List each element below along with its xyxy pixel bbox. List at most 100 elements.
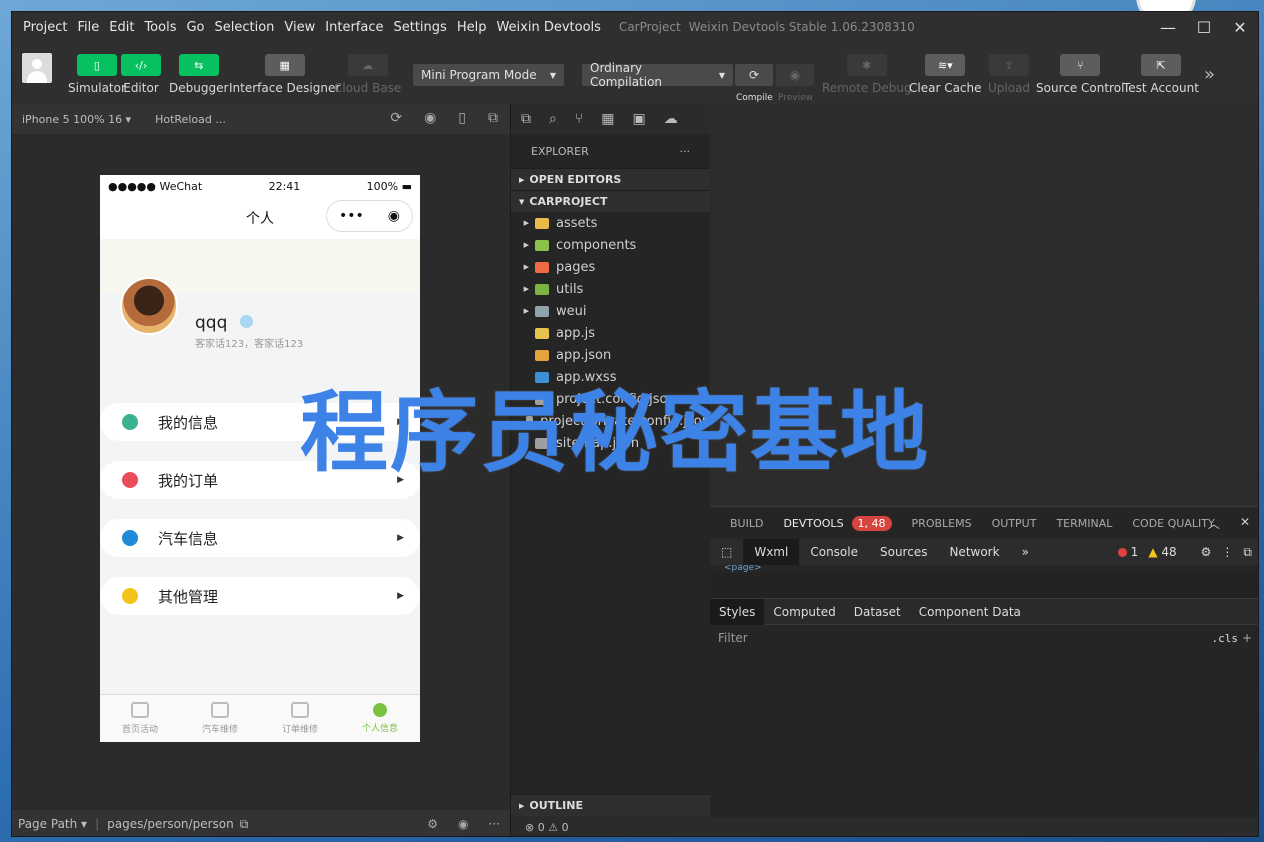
remote-debug-button[interactable]: ✱ Remote Debug (822, 54, 912, 95)
menu-item[interactable]: Go (186, 20, 204, 35)
close-icon[interactable]: ✕ (1240, 515, 1250, 532)
files-icon[interactable]: ⧉ (521, 111, 531, 127)
avatar[interactable] (120, 277, 178, 335)
source-control-button[interactable]: ⑂ Source Control (1036, 54, 1124, 95)
phone-icon[interactable]: ▯ (458, 110, 466, 126)
warning-count[interactable]: ▲ 48 (1148, 545, 1176, 560)
caret-right-icon: ▶ (523, 219, 529, 227)
devtools-subtab[interactable]: Console (799, 539, 869, 565)
test-account-button[interactable]: ⇱ Test Account (1123, 54, 1199, 95)
cls-toggle[interactable]: .cls (1212, 632, 1239, 645)
user-avatar[interactable] (22, 53, 52, 83)
eye-icon[interactable]: ◉ (458, 817, 468, 831)
devtools-subtab[interactable]: Sources (869, 539, 938, 565)
chevron-up-icon[interactable]: ︿ (1208, 515, 1220, 532)
git-icon[interactable]: ⑂ (575, 111, 583, 127)
record-icon[interactable]: ◉ (424, 110, 436, 126)
rotate-icon[interactable]: ⟳ (390, 110, 402, 126)
more-chevron-icon[interactable]: » (1011, 539, 1040, 565)
folder-item[interactable]: ▶ components (511, 234, 710, 256)
menu-row[interactable]: 汽车信息 ▶ (100, 519, 420, 557)
tree-label: app.json (556, 347, 612, 363)
menu-item[interactable]: Weixin Devtools (496, 20, 600, 35)
debugger-button[interactable]: ⇆ Debugger (169, 54, 228, 95)
inspect-icon[interactable]: ⬚ (710, 539, 743, 565)
menu-item[interactable]: View (284, 20, 315, 35)
panel-tab[interactable]: BUILD (730, 517, 763, 530)
tab-item[interactable]: 汽车维修 (180, 695, 260, 742)
save-icon[interactable]: ▣ (632, 111, 645, 127)
folder-item[interactable]: ▶ utils (511, 278, 710, 300)
menu-item[interactable]: Interface (325, 20, 383, 35)
editor-button[interactable]: ‹/› Editor (121, 54, 161, 95)
username: qqq (195, 313, 228, 333)
menu-row[interactable]: 其他管理 ▶ (100, 577, 420, 615)
open-editors-section[interactable]: ▶ OPEN EDITORS (511, 168, 710, 190)
file-icon (535, 327, 549, 339)
kebab-icon[interactable]: ⋮ (1221, 545, 1233, 560)
close-icon[interactable]: ✕ (1222, 12, 1258, 42)
more-icon[interactable]: ··· (489, 817, 500, 831)
style-tab[interactable]: Dataset (845, 599, 910, 625)
tab-item[interactable]: 首页活动 (100, 695, 180, 742)
maximize-icon[interactable]: ☐ (1186, 12, 1222, 42)
extensions-icon[interactable]: ▦ (601, 111, 614, 127)
copy-icon[interactable]: ⧉ (240, 817, 249, 832)
minimize-icon[interactable]: — (1150, 12, 1186, 42)
error-count[interactable]: 1 (1117, 545, 1138, 560)
menu-bar: Project File Edit Tools Go Selection View Inter… (12, 12, 1258, 42)
dock-icon[interactable]: ⧉ (1243, 545, 1252, 560)
menu-item[interactable]: Selection (215, 20, 275, 35)
preview-button[interactable]: ◉ (776, 64, 814, 86)
mode-select[interactable]: Mini Program Mode ▼ (413, 64, 564, 86)
menu-item[interactable]: Help (457, 20, 487, 35)
popout-icon[interactable]: ⧉ (488, 110, 498, 126)
folder-item[interactable]: ▶ pages (511, 256, 710, 278)
compile-mode-select[interactable]: Ordinary Compilation ▼ (582, 61, 733, 89)
outline-section[interactable]: ▶ OUTLINE (511, 794, 711, 816)
panel-tab[interactable]: TERMINAL (1056, 517, 1112, 530)
panel-tab[interactable]: OUTPUT (992, 517, 1037, 530)
menu-item[interactable]: Edit (109, 20, 134, 35)
panel-tab[interactable]: DEVTOOLS (783, 517, 843, 530)
style-tab[interactable]: Component Data (910, 599, 1030, 625)
menu-item[interactable]: Project (23, 20, 67, 35)
capsule-menu[interactable]: ••• ◉ (326, 200, 413, 232)
style-tab[interactable]: Styles (710, 598, 765, 625)
filter-input[interactable]: Filter (718, 631, 748, 645)
docker-icon[interactable]: ☁ (664, 111, 678, 127)
menu-item[interactable]: Settings (393, 20, 446, 35)
folder-item[interactable]: ▶ assets (511, 212, 710, 234)
more-dots-icon[interactable]: ••• (339, 208, 364, 224)
compile-button[interactable]: ⟳ (735, 64, 773, 86)
interface-designer-button[interactable]: ▦ Interface Designer (229, 54, 340, 95)
hotreload-toggle[interactable]: HotReload ... (155, 113, 226, 126)
close-circle-icon[interactable]: ◉ (388, 208, 400, 224)
more-icon[interactable]: ··· (680, 145, 691, 158)
wxml-tree[interactable]: <page> (710, 565, 1258, 573)
devtools-subtab[interactable]: Network (938, 539, 1010, 565)
devtools-subtab[interactable]: Wxml (743, 539, 800, 565)
file-item[interactable]: app.js (511, 322, 710, 344)
folder-item[interactable]: ▶ weui (511, 300, 710, 322)
cloud-base-button[interactable]: ☁ Cloud Base (334, 54, 401, 95)
settings-icon[interactable]: ⚙ (427, 817, 438, 831)
search-icon[interactable]: ⌕ (549, 111, 557, 127)
panel-tab[interactable]: CODE QUALITY (1132, 517, 1214, 530)
style-tab[interactable]: Computed (764, 599, 844, 625)
simulator-button[interactable]: ▯ Simulator (68, 54, 126, 95)
tab-item[interactable]: 个人信息 (340, 695, 420, 742)
upload-button[interactable]: ⇪ Upload (988, 54, 1030, 95)
menu-item[interactable]: File (77, 20, 99, 35)
add-rule-icon[interactable]: + (1242, 631, 1252, 645)
device-select[interactable]: iPhone 5 100% 16 ▾ (22, 113, 131, 126)
page-path-select[interactable]: Page Path ▾ (18, 817, 87, 831)
gear-icon[interactable]: ⚙ (1201, 545, 1212, 560)
clear-cache-button[interactable]: ≋▾ Clear Cache (909, 54, 982, 95)
tab-item[interactable]: 订单维修 (260, 695, 340, 742)
menu-item[interactable]: Tools (144, 20, 176, 35)
project-section[interactable]: ▼ CARPROJECT (511, 190, 710, 212)
more-chevron-icon[interactable]: » (1204, 64, 1215, 85)
problems-status[interactable]: ⊗ 0 ⚠ 0 (511, 816, 711, 836)
panel-tab[interactable]: PROBLEMS (912, 517, 972, 530)
